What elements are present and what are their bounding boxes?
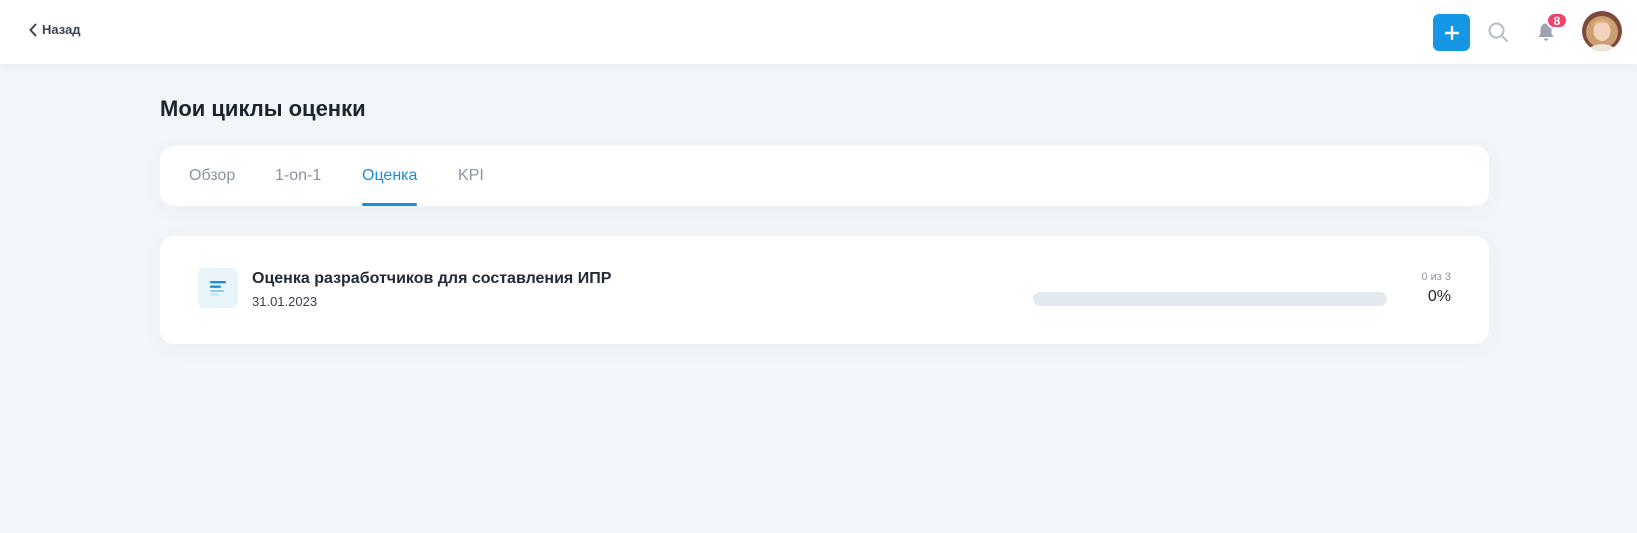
assessment-cycle-card[interactable]: Оценка разработчиков для составления ИПР… xyxy=(160,236,1489,344)
progress-bar xyxy=(1033,292,1387,306)
user-photo xyxy=(1582,11,1622,51)
tab-overview[interactable]: Обзор xyxy=(189,146,235,206)
tab-assessment[interactable]: Оценка xyxy=(362,146,418,206)
top-bar: Назад 8 xyxy=(0,0,1637,64)
cycle-title: Оценка разработчиков для составления ИПР xyxy=(252,270,612,287)
back-button[interactable]: Назад xyxy=(28,22,81,37)
document-lines-icon xyxy=(198,268,238,308)
search-icon xyxy=(1488,22,1508,42)
back-label: Назад xyxy=(42,22,81,37)
search-button[interactable] xyxy=(1486,20,1510,44)
tabs-bar: Обзор 1-on-1 Оценка KPI xyxy=(160,146,1489,206)
cycle-date: 31.01.2023 xyxy=(252,294,318,309)
tab-one-on-one[interactable]: 1-on-1 xyxy=(275,146,321,206)
page-title: Мои циклы оценки xyxy=(160,96,366,121)
plus-icon xyxy=(1444,25,1459,40)
progress-count: 0 из 3 xyxy=(1421,271,1451,283)
add-button[interactable] xyxy=(1433,14,1470,51)
tab-kpi[interactable]: KPI xyxy=(458,146,484,206)
progress-percent: 0% xyxy=(1427,288,1451,305)
avatar[interactable] xyxy=(1582,11,1622,51)
notifications-badge: 8 xyxy=(1546,12,1568,29)
chevron-left-icon xyxy=(29,23,37,36)
